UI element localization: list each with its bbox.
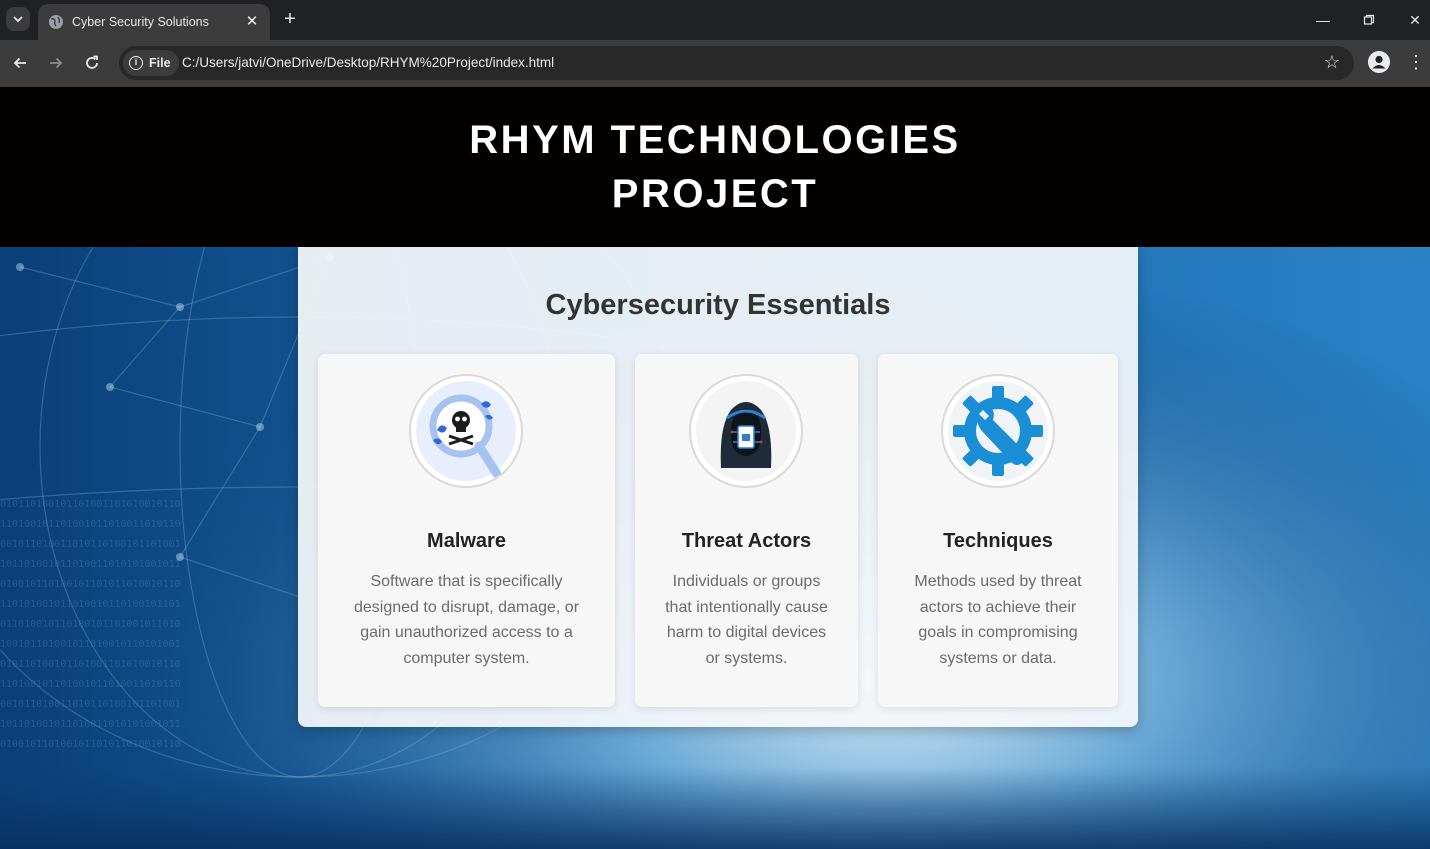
address-bar[interactable]: i File C:/Users/jatvi/OneDrive/Desktop/R…	[119, 46, 1354, 80]
forward-button[interactable]	[44, 51, 68, 75]
svg-text:010110100101101001101010010110: 010110100101101001101010010110	[0, 659, 181, 670]
svg-text:101101001011010011010101001011: 101101001011010011010101001011	[0, 719, 181, 730]
svg-text:110100101101001011010011010110: 110100101101001011010011010110	[0, 519, 181, 530]
svg-text:110101001011010010110100101101: 110101001011010010110100101101	[0, 599, 181, 610]
reload-icon	[86, 55, 98, 69]
url-text[interactable]: C:/Users/jatvi/OneDrive/Desktop/RHYM%20P…	[182, 55, 554, 70]
gear-wrench-icon	[941, 374, 1055, 488]
back-button[interactable]	[8, 51, 32, 75]
card-malware: Malware Software that is specifically de…	[318, 354, 615, 707]
bookmark-star-icon[interactable]: ☆	[1324, 52, 1340, 73]
restore-icon[interactable]	[1358, 9, 1380, 31]
svg-text:001011010011010110100101101001: 001011010011010110100101101001	[0, 699, 181, 710]
card-techniques: Techniques Methods used by threat actors…	[878, 354, 1118, 707]
svg-text:010010110100101101011010010110: 010010110100101101011010010110	[0, 739, 181, 750]
browser-tab-strip: Cyber Security Solutions ✕ + — ✕	[0, 0, 1430, 40]
card-description: Individuals or groups that intentionally…	[665, 573, 828, 668]
svg-text:011010010110100101101001011010: 011010010110100101101001011010	[0, 619, 181, 630]
site-title: RHYM TECHNOLOGIES PROJECT	[469, 118, 961, 216]
hooded-hacker-icon	[689, 374, 803, 488]
tab-title: Cyber Security Solutions	[72, 15, 209, 29]
svg-text:100101101001011010010110101001: 100101101001011010010110101001	[0, 639, 181, 650]
card-threat-actors: Threat Actors Individuals or groups that…	[635, 354, 858, 707]
new-tab-button[interactable]: +	[280, 9, 300, 29]
chevron-down-icon	[13, 16, 23, 23]
svg-text:010010110100101101011010010110: 010010110100101101011010010110	[0, 579, 181, 590]
browser-toolbar: i File C:/Users/jatvi/OneDrive/Desktop/R…	[0, 40, 1430, 87]
profile-icon[interactable]	[1368, 51, 1390, 73]
essentials-panel: Cybersecurity Essentials Malware Softwar…	[298, 247, 1138, 727]
svg-text:110100101101001011010011010110: 110100101101001011010011010110	[0, 679, 181, 690]
close-window-icon[interactable]: ✕	[1404, 9, 1426, 31]
web-page: 010110100101101001101010010110 110100101…	[0, 87, 1430, 849]
globe-icon	[49, 15, 63, 29]
arrow-right-icon	[50, 57, 63, 69]
kebab-menu-icon[interactable]: ⋮	[1406, 51, 1426, 75]
svg-text:010110100101101001101010010110: 010110100101101001101010010110	[0, 499, 181, 510]
svg-text:101101001011010011010101001011: 101101001011010011010101001011	[0, 559, 181, 570]
card-description: Software that is specifically designed t…	[353, 573, 580, 668]
site-chip-label: File	[149, 56, 171, 70]
card-title: Malware	[427, 530, 506, 552]
minimize-icon[interactable]: —	[1312, 9, 1334, 31]
site-info-chip[interactable]: i File	[123, 50, 179, 76]
site-header: RHYM TECHNOLOGIES PROJECT	[0, 87, 1430, 247]
svg-text:001011010011010110100101101001: 001011010011010110100101101001	[0, 539, 181, 550]
tab-search-button[interactable]	[6, 7, 30, 31]
malware-skull-magnifier-icon	[409, 374, 523, 488]
info-icon: i	[129, 56, 143, 70]
card-title: Techniques	[943, 530, 1053, 552]
card-description: Methods used by threat actors to achieve…	[914, 573, 1082, 668]
reload-button[interactable]	[80, 51, 104, 75]
section-heading: Cybersecurity Essentials	[545, 289, 891, 321]
browser-tab[interactable]: Cyber Security Solutions ✕	[38, 4, 270, 40]
tab-close-icon[interactable]: ✕	[244, 14, 260, 30]
card-title: Threat Actors	[681, 530, 812, 552]
arrow-left-icon	[13, 57, 26, 69]
